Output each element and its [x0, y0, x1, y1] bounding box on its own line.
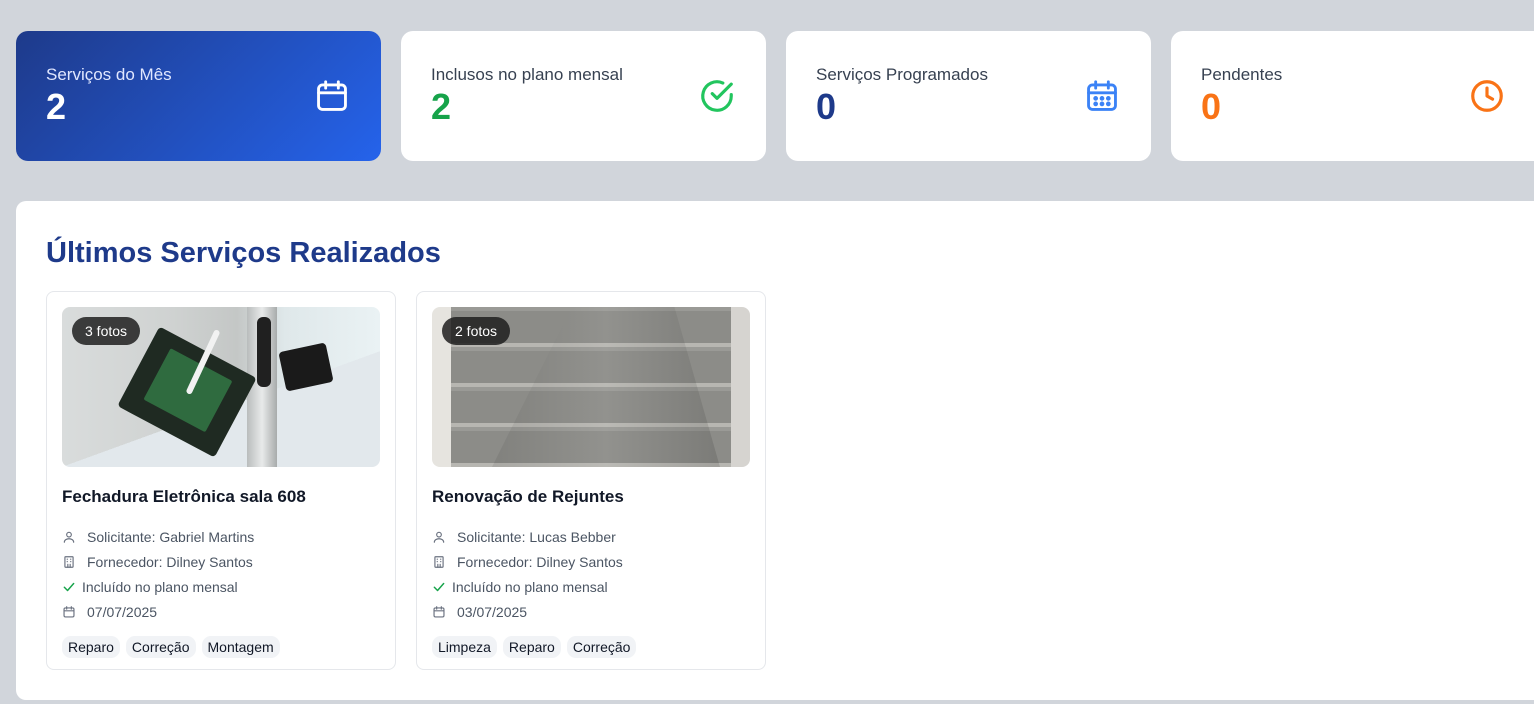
service-title: Fechadura Eletrônica sala 608 [62, 487, 306, 506]
plan-text: Incluído no plano mensal [452, 578, 608, 595]
service-tags: Limpeza Reparo Correção [432, 636, 750, 658]
service-tag: Correção [566, 636, 637, 658]
calendar-icon [433, 605, 445, 618]
user-icon [63, 531, 75, 543]
building-icon [434, 555, 444, 568]
service-title: Renovação de Rejuntes [432, 487, 624, 506]
stat-value: 0 [816, 86, 837, 127]
recent-services-panel: Últimos Serviços Realizados 3 fotos Fech… [16, 201, 1534, 700]
section-title: Últimos Serviços Realizados [46, 237, 441, 269]
service-tag: Montagem [201, 636, 280, 658]
service-card[interactable]: 3 fotos Fechadura Eletrônica sala 608 So… [46, 291, 396, 670]
requester-text: Solicitante: Gabriel Martins [87, 528, 255, 545]
calendar-grid-icon [1087, 80, 1117, 111]
service-meta: Solicitante: Gabriel Martins Fornecedor:… [62, 524, 380, 624]
check-circle-icon [701, 80, 733, 112]
stat-label: Inclusos no plano mensal [431, 65, 623, 84]
requester-row: Solicitante: Gabriel Martins [62, 524, 380, 549]
photo-detail [278, 342, 334, 392]
stat-value: 2 [46, 86, 67, 127]
photo-detail [257, 317, 271, 387]
plan-text: Incluído no plano mensal [82, 578, 238, 595]
stat-card-included-plan[interactable]: Inclusos no plano mensal 2 [401, 31, 766, 161]
service-meta: Solicitante: Lucas Bebber Fornecedor: Di… [432, 524, 750, 624]
clock-icon [1471, 80, 1503, 112]
stat-value: 0 [1201, 86, 1222, 127]
date-row: 07/07/2025 [62, 599, 380, 624]
requester-text: Solicitante: Lucas Bebber [457, 528, 616, 545]
stat-card-scheduled[interactable]: Serviços Programados 0 [786, 31, 1151, 161]
service-list: 3 fotos Fechadura Eletrônica sala 608 So… [46, 291, 1504, 670]
service-tag: Correção [125, 636, 196, 658]
photo-count-badge: 3 fotos [72, 317, 141, 345]
check-icon [433, 582, 445, 591]
service-photo[interactable]: 3 fotos [62, 307, 380, 467]
date-text: 07/07/2025 [87, 603, 158, 620]
photo-detail [492, 307, 720, 467]
stat-card-services-month[interactable]: Serviços do Mês 2 [16, 31, 381, 161]
stat-card-pending[interactable]: Pendentes 0 [1171, 31, 1534, 161]
plan-row: Incluído no plano mensal [62, 574, 380, 599]
service-tag: Limpeza [432, 636, 497, 658]
photo-count-badge: 2 fotos [442, 317, 511, 345]
service-card[interactable]: 2 fotos Renovação de Rejuntes Solicitant… [416, 291, 766, 670]
stats-row: Serviços do Mês 2 Inclusos no plano mens… [16, 31, 1534, 161]
calendar-icon [63, 605, 75, 618]
user-icon [433, 531, 445, 543]
plan-row: Incluído no plano mensal [432, 574, 750, 599]
check-icon [63, 582, 75, 591]
stat-value: 2 [431, 86, 452, 127]
calendar-icon [317, 80, 347, 111]
building-icon [64, 555, 74, 568]
supplier-row: Fornecedor: Dilney Santos [62, 549, 380, 574]
supplier-row: Fornecedor: Dilney Santos [432, 549, 750, 574]
service-tag: Reparo [62, 636, 120, 658]
date-text: 03/07/2025 [457, 603, 528, 620]
service-tag: Reparo [502, 636, 561, 658]
stat-label: Pendentes [1201, 65, 1283, 84]
service-photo[interactable]: 2 fotos [432, 307, 750, 467]
requester-row: Solicitante: Lucas Bebber [432, 524, 750, 549]
service-tags: Reparo Correção Montagem [62, 636, 380, 658]
supplier-text: Fornecedor: Dilney Santos [457, 553, 623, 570]
stat-label: Serviços Programados [816, 65, 988, 84]
stat-label: Serviços do Mês [46, 65, 172, 84]
date-row: 03/07/2025 [432, 599, 750, 624]
supplier-text: Fornecedor: Dilney Santos [87, 553, 253, 570]
